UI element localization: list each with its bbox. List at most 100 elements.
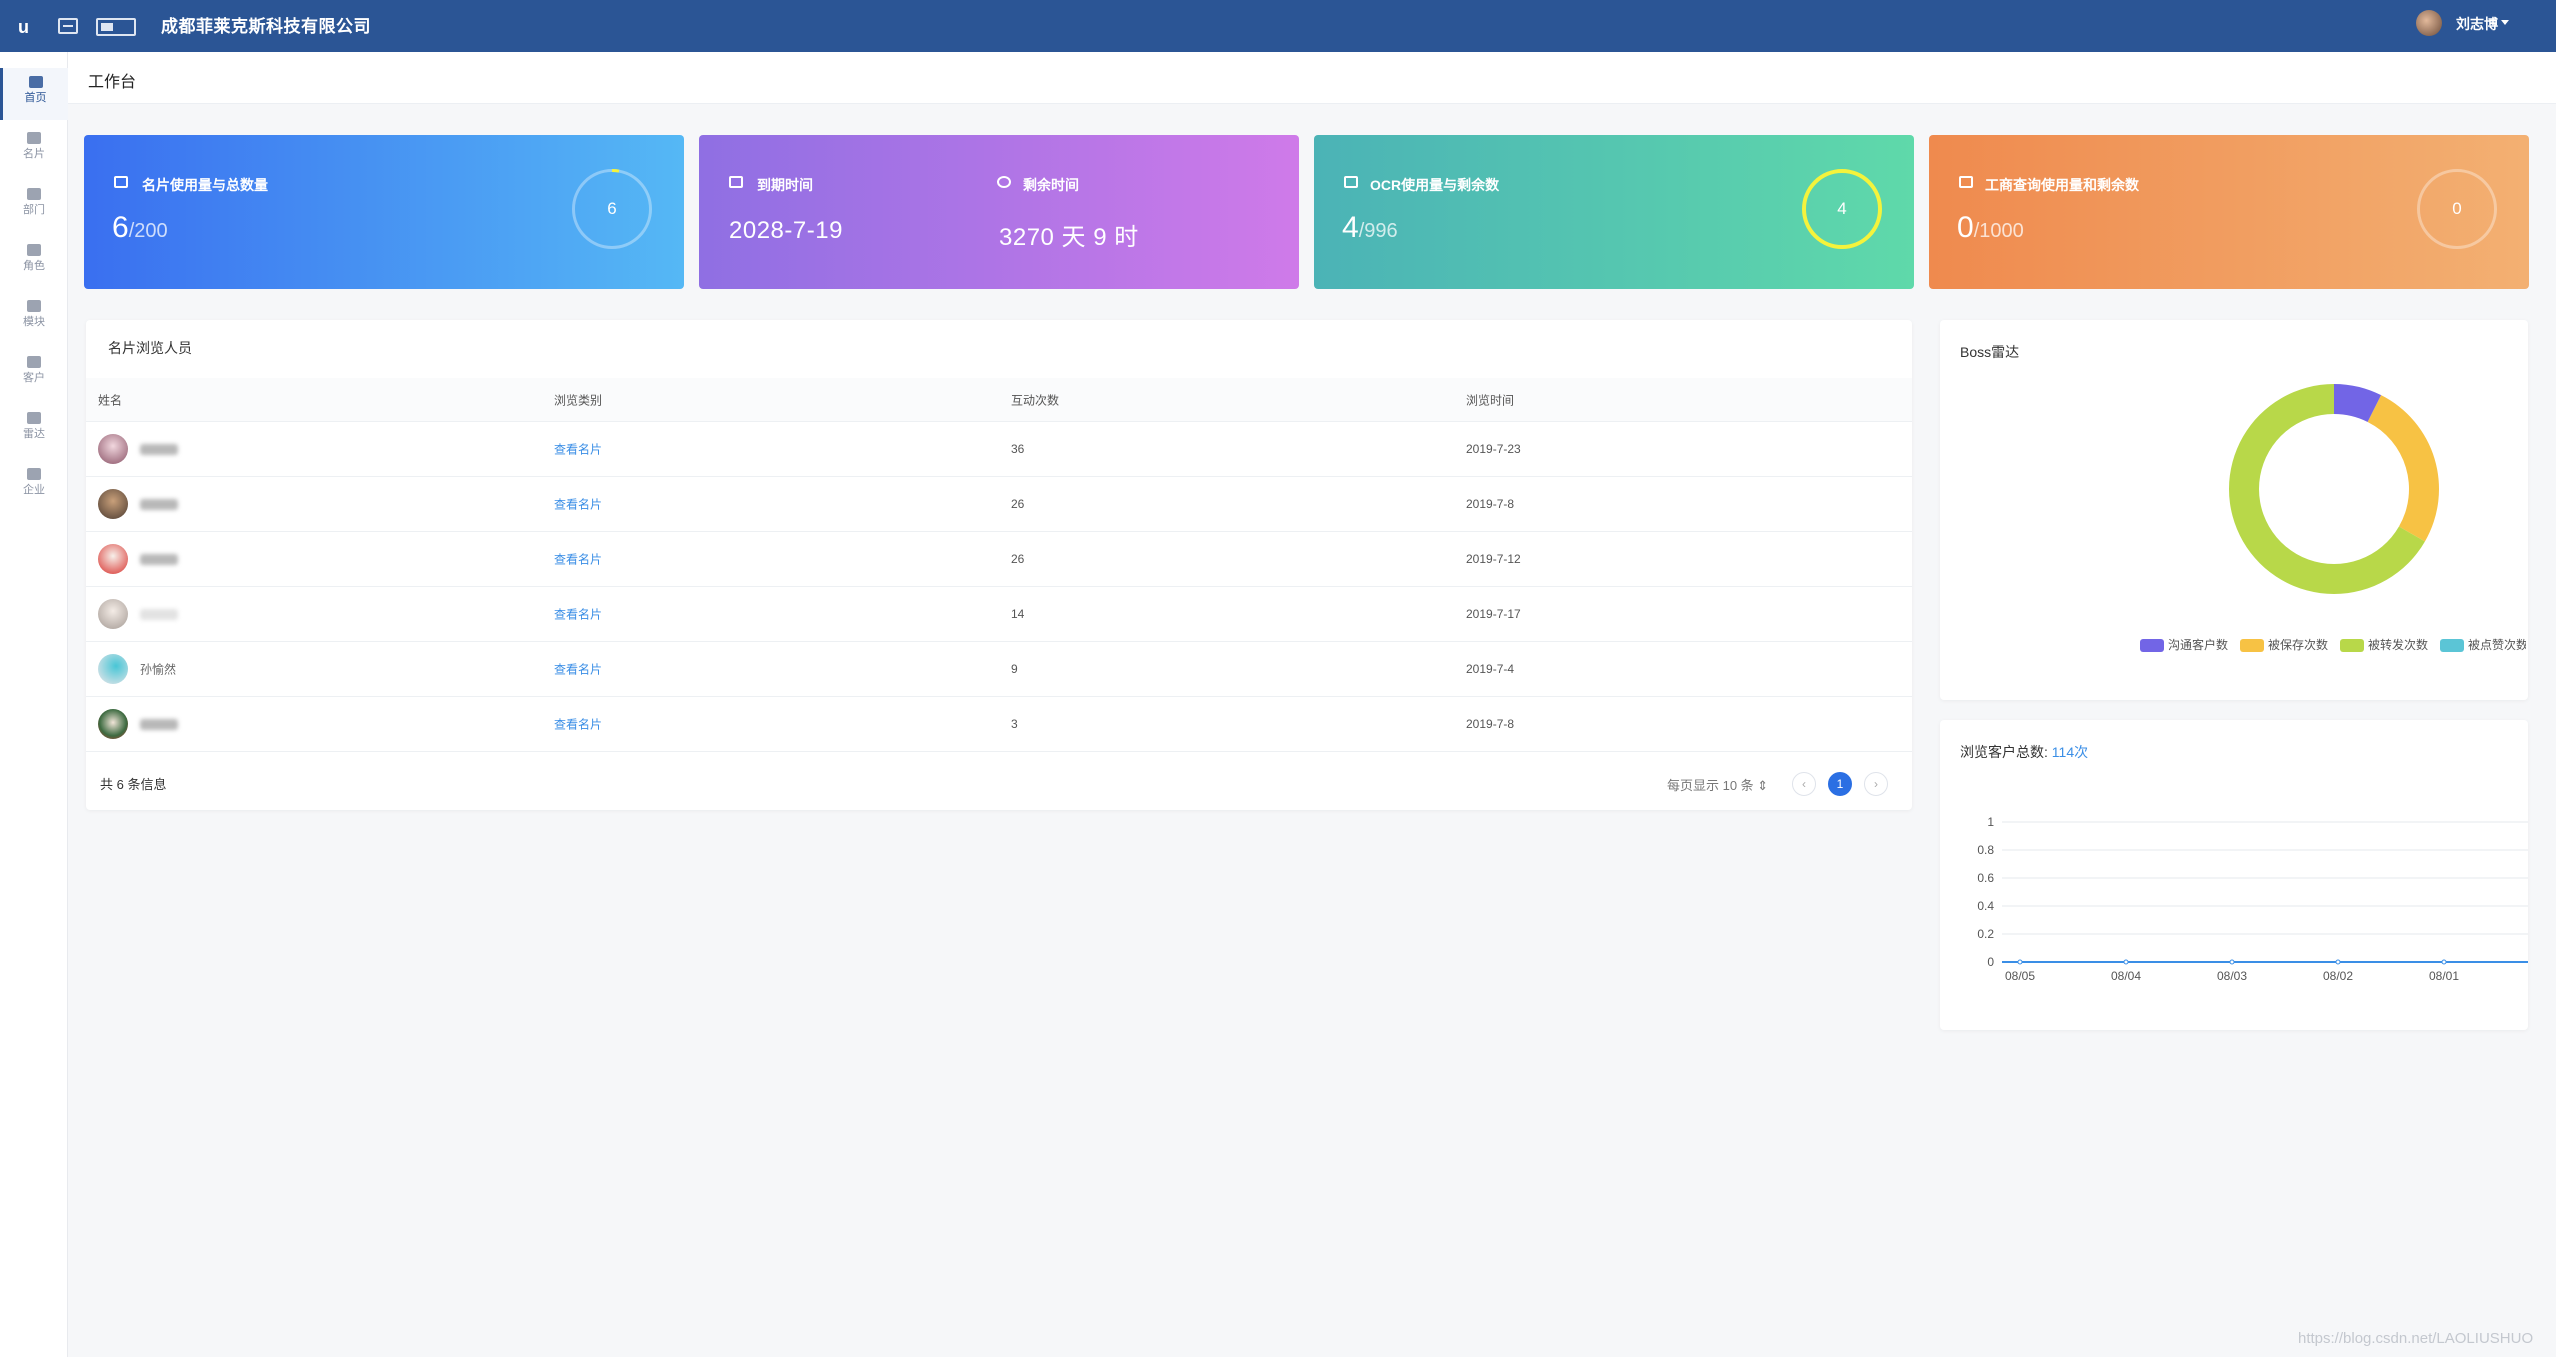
avatar	[98, 489, 128, 519]
ocr-icon	[1344, 176, 1358, 188]
legend-item[interactable]: 沟通客户数	[2140, 638, 2228, 653]
role-icon	[27, 244, 41, 256]
ocr-stat: OCR使用量与剩余数 4/996 4	[1314, 135, 1914, 289]
sidebar-item-label: 部门	[23, 204, 45, 216]
card-usage-stat: 名片使用量与总数量 6/200 6	[84, 135, 684, 289]
sidebar-item-label: 角色	[23, 260, 45, 272]
sidebar-item-radar[interactable]: 雷达	[0, 404, 68, 456]
legend-item[interactable]: 被转发次数	[2340, 638, 2428, 653]
y-tick-label: 0.6	[1977, 871, 1994, 885]
prev-page-button[interactable]: ‹	[1792, 772, 1816, 796]
ring-progress	[572, 169, 652, 249]
data-point[interactable]	[2017, 959, 2023, 965]
avatar	[98, 434, 128, 464]
panel-title: Boss雷达	[1960, 344, 2020, 360]
view-card-link[interactable]: 查看名片	[554, 661, 602, 678]
data-point[interactable]	[2441, 959, 2447, 965]
calendar-icon	[729, 176, 743, 188]
sidebar: 首页 名片 部门 角色 模块 客户 雷达 企业	[0, 52, 68, 1357]
username[interactable]: 刘志博	[2456, 14, 2498, 34]
blurred-name	[140, 444, 178, 455]
module-icon	[27, 300, 41, 312]
stat-label: 剩余时间	[1023, 177, 1079, 193]
y-tick-label: 1	[1987, 815, 1994, 829]
blurred-name	[140, 719, 178, 730]
table-row: 查看名片 3 2019-7-8	[86, 697, 1912, 752]
stat-value: 0/1000	[1957, 211, 2024, 244]
data-point[interactable]	[2335, 959, 2341, 965]
avatar	[98, 709, 128, 739]
stat-label: OCR使用量与剩余数	[1370, 177, 1500, 193]
legend-item[interactable]: 被点赞次数	[2440, 638, 2526, 652]
expiry-stat: 到期时间 2028-7-19 剩余时间 3270 天 9 时	[699, 135, 1299, 289]
image-icon[interactable]	[58, 18, 78, 34]
watermark: https://blog.csdn.net/LAOLIUSHUO	[2298, 1330, 2534, 1347]
browse-time: 2019-7-8	[1466, 497, 1515, 511]
sidebar-item-label: 客户	[23, 372, 45, 384]
browse-time: 2019-7-23	[1466, 442, 1521, 456]
page-button-current[interactable]: 1	[1828, 772, 1852, 796]
boss-radar-panel: Boss雷达 沟通客户数 被保存次数 被转发次数 被点赞次数	[1940, 320, 2528, 700]
sidebar-item-customer[interactable]: 客户	[0, 348, 68, 400]
sidebar-item-enterprise[interactable]: 企业	[0, 460, 68, 512]
panel-title: 浏览客户总数: 114次	[1960, 744, 2089, 760]
interaction-count: 14	[1011, 607, 1025, 621]
visitors-panel: 名片浏览人员 姓名 浏览类别 互动次数 浏览时间 查看名片 36 2019-7-…	[86, 320, 1912, 810]
sidebar-item-department[interactable]: 部门	[0, 180, 68, 232]
column-header-count: 互动次数	[1011, 393, 1060, 407]
browse-line-chart: 0 0.2 0.4 0.6 0.8 1 08/05 08/04 08/03 08/02 08/01	[1977, 815, 2528, 983]
x-tick-label: 08/03	[2217, 969, 2247, 983]
browse-total: 114次	[2051, 744, 2089, 760]
x-tick-label: 08/04	[2111, 969, 2141, 983]
clock-icon	[997, 176, 1011, 188]
stat-label: 工商查询使用量和剩余数	[1985, 177, 2139, 193]
view-card-link[interactable]: 查看名片	[554, 606, 602, 623]
view-card-link[interactable]: 查看名片	[554, 716, 602, 733]
sidebar-item-label: 首页	[24, 92, 47, 104]
page-header: 工作台	[68, 52, 2556, 104]
interaction-count: 36	[1011, 442, 1025, 456]
column-header-time: 浏览时间	[1466, 393, 1515, 407]
y-tick-label: 0	[1987, 955, 1994, 969]
card-icon	[114, 176, 128, 188]
view-card-link[interactable]: 查看名片	[554, 441, 602, 458]
sidebar-item-label: 雷达	[23, 428, 45, 440]
logo-icon[interactable]: u	[18, 18, 38, 36]
column-header-name: 姓名	[98, 393, 123, 407]
data-point[interactable]	[2123, 959, 2129, 965]
user-avatar[interactable]	[2416, 10, 2442, 36]
data-point[interactable]	[2229, 959, 2235, 965]
sidebar-item-home[interactable]: 首页	[0, 68, 68, 120]
table-row: 查看名片 26 2019-7-8	[86, 477, 1912, 532]
sidebar-item-module[interactable]: 模块	[0, 292, 68, 344]
browse-time: 2019-7-12	[1466, 552, 1521, 566]
top-bar: u 成都菲莱克斯科技有限公司 刘志博	[0, 0, 2556, 52]
visitor-name: 孙愉然	[140, 662, 177, 677]
browse-time: 2019-7-8	[1466, 717, 1515, 731]
next-page-button[interactable]: ›	[1864, 772, 1888, 796]
radar-donut-chart	[2229, 384, 2439, 594]
legend-item[interactable]: 被保存次数	[2240, 638, 2328, 653]
blurred-name	[140, 554, 178, 565]
business-ring: 0	[2417, 169, 2497, 249]
view-card-link[interactable]: 查看名片	[554, 551, 602, 568]
donut-slice[interactable]	[2367, 395, 2439, 542]
interaction-count: 26	[1011, 497, 1025, 511]
x-tick-label: 08/05	[2005, 969, 2035, 983]
x-tick-label: 08/02	[2323, 969, 2353, 983]
customer-icon	[27, 356, 41, 368]
dashboard-icon	[28, 76, 43, 88]
browse-customers-panel: 浏览客户总数: 114次 0 0.2 0.4 0.6 0.8 1 08/05 08/04 08/…	[1940, 720, 2528, 1030]
sidebar-item-card[interactable]: 名片	[0, 124, 68, 176]
y-tick-label: 0.2	[1977, 927, 1994, 941]
stat-label: 名片使用量与总数量	[142, 177, 268, 193]
view-card-link[interactable]: 查看名片	[554, 496, 602, 513]
sidebar-item-role[interactable]: 角色	[0, 236, 68, 288]
column-header-category: 浏览类别	[554, 393, 603, 407]
interaction-count: 26	[1011, 552, 1025, 566]
media-icon[interactable]	[96, 18, 136, 36]
stat-value: 6/200	[112, 211, 168, 244]
enterprise-icon	[27, 468, 41, 480]
chevron-down-icon[interactable]	[2501, 20, 2509, 25]
page-size-select[interactable]: 每页显示 10 条 ⇕	[1667, 775, 1768, 794]
